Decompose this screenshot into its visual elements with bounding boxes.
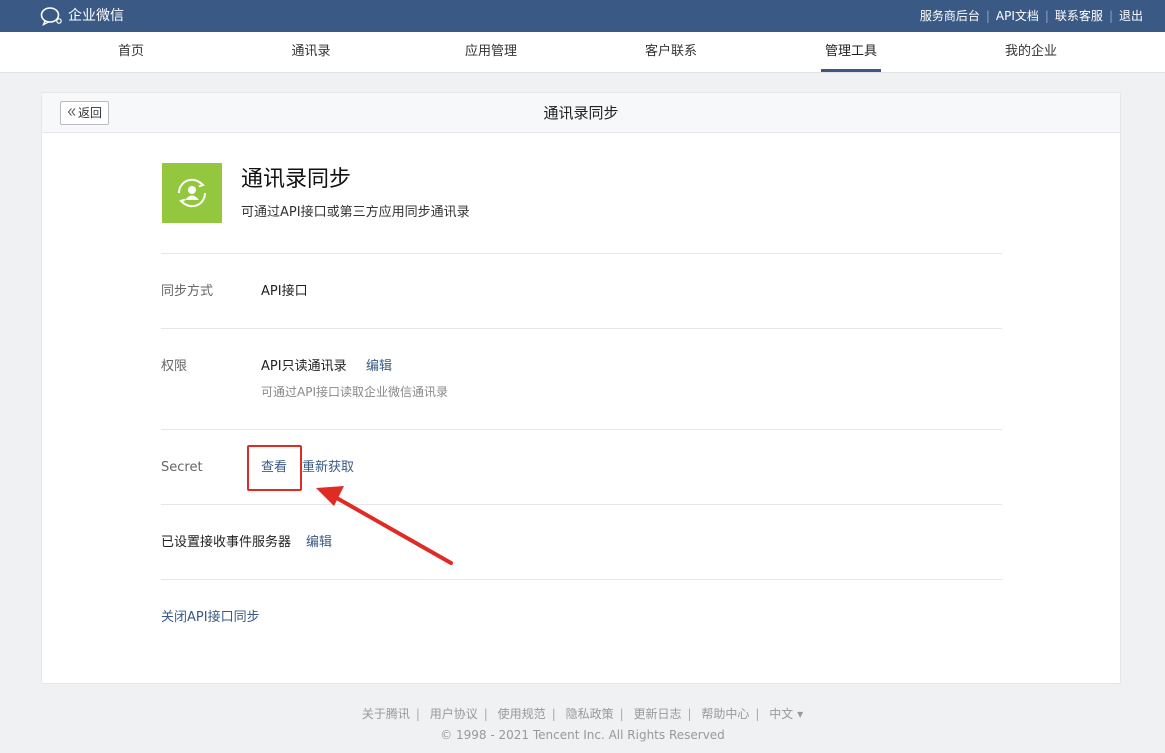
refresh-secret-link[interactable]: 重新获取 xyxy=(302,459,354,477)
brand-name: 企业微信 xyxy=(68,8,124,24)
divider xyxy=(161,429,1002,430)
divider xyxy=(161,504,1002,505)
nav-my-company[interactable]: 我的企业 xyxy=(971,32,1091,72)
permission-value: API只读通讯录 xyxy=(261,359,347,374)
nav-contacts[interactable]: 通讯录 xyxy=(251,32,371,72)
nav-home[interactable]: 首页 xyxy=(71,32,191,72)
nav-app-management[interactable]: 应用管理 xyxy=(431,32,551,72)
secret-label: Secret xyxy=(161,460,203,475)
top-links: 服务商后台 | API文档 | 联系客服 | 退出 xyxy=(914,0,1149,32)
back-label: 返回 xyxy=(78,106,103,120)
wechat-work-logo-icon xyxy=(40,6,64,26)
double-chevron-left-icon xyxy=(67,102,76,124)
footer-help-link[interactable]: 帮助中心 xyxy=(695,707,755,721)
footer-rules-link[interactable]: 使用规范 xyxy=(492,707,552,721)
copyright: © 1998 - 2021 Tencent Inc. All Rights Re… xyxy=(440,728,725,742)
card-header: 通讯录同步 返回 xyxy=(42,93,1120,133)
highlight-box xyxy=(247,445,302,491)
permission-label: 权限 xyxy=(161,359,188,374)
sync-method-value: API接口 xyxy=(261,284,308,299)
provider-console-link[interactable]: 服务商后台 xyxy=(914,9,986,23)
edit-event-server-link[interactable]: 编辑 xyxy=(306,534,332,552)
permission-hint: 可通过API接口读取企业微信通讯录 xyxy=(261,385,448,399)
divider xyxy=(161,328,1002,329)
sync-method-label: 同步方式 xyxy=(161,284,214,299)
main-nav: 首页 通讯录 应用管理 客户联系 管理工具 我的企业 xyxy=(0,32,1165,73)
footer-terms-link[interactable]: 用户协议 xyxy=(424,707,484,721)
brand[interactable]: 企业微信 xyxy=(40,6,124,26)
app-name: 通讯录同步 xyxy=(241,167,352,192)
back-button[interactable]: 返回 xyxy=(60,101,110,125)
top-bar: 企业微信 服务商后台 | API文档 | 联系客服 | 退出 xyxy=(0,0,1165,32)
divider xyxy=(161,253,1002,254)
contact-support-link[interactable]: 联系客服 xyxy=(1049,9,1109,23)
event-server-label: 已设置接收事件服务器 xyxy=(161,535,292,550)
nav-customer-contact[interactable]: 客户联系 xyxy=(611,32,731,72)
logout-link[interactable]: 退出 xyxy=(1113,9,1149,23)
app-description: 可通过API接口或第三方应用同步通讯录 xyxy=(241,205,470,220)
content-card: 通讯录同步 返回 通讯录同步 可通过API接口或第三方应用同步通讯录 同步方式 … xyxy=(41,92,1121,684)
caret-down-icon: ▾ xyxy=(797,707,804,721)
nav-management-tools[interactable]: 管理工具 xyxy=(791,32,911,72)
edit-permission-link[interactable]: 编辑 xyxy=(366,358,392,376)
divider xyxy=(161,579,1002,580)
footer-changelog-link[interactable]: 更新日志 xyxy=(627,707,687,721)
contacts-sync-icon xyxy=(162,163,222,223)
api-docs-link[interactable]: API文档 xyxy=(990,9,1045,23)
card-title: 通讯录同步 xyxy=(543,104,619,122)
footer-privacy-link[interactable]: 隐私政策 xyxy=(560,707,620,721)
disable-api-sync-link[interactable]: 关闭API接口同步 xyxy=(161,609,260,627)
language-label: 中文 xyxy=(769,707,794,721)
footer-links: 关于腾讯 | 用户协议 | 使用规范 | 隐私政策 | 更新日志 | 帮助中心 | 中文 ▾ xyxy=(0,706,1165,722)
footer-about-link[interactable]: 关于腾讯 xyxy=(356,707,416,721)
language-selector[interactable]: 中文 ▾ xyxy=(763,707,809,721)
